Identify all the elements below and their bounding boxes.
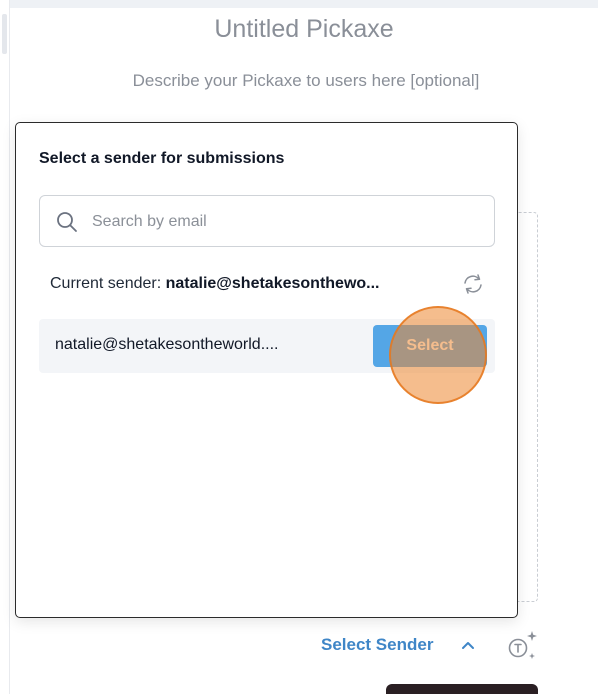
pickaxe-description[interactable]: Describe your Pickaxe to users here [opt… (116, 66, 496, 96)
ai-sparkle-icon[interactable] (506, 630, 540, 662)
left-rail (0, 0, 10, 694)
chevron-up-icon[interactable] (461, 640, 475, 650)
refresh-icon[interactable] (461, 273, 485, 295)
select-button[interactable]: Select (373, 325, 487, 367)
sender-email: natalie@shetakesontheworld.... (55, 336, 279, 353)
submit-button[interactable] (386, 684, 538, 694)
current-sender-email: natalie@shetakesonthewo... (165, 275, 380, 292)
sender-list-item[interactable]: natalie@shetakesontheworld.... Select (39, 319, 495, 373)
search-field[interactable] (39, 195, 495, 247)
dialog-heading: Select a sender for submissions (39, 150, 285, 167)
select-sender-dialog: Select a sender for submissions Current … (15, 122, 518, 618)
search-input[interactable] (92, 209, 482, 235)
top-strip (0, 0, 598, 8)
current-sender: Current sender: natalie@shetakesonthewo.… (50, 275, 450, 293)
select-sender-toggle[interactable]: Select Sender (321, 635, 433, 655)
current-sender-label: Current sender: (50, 275, 166, 292)
pickaxe-title[interactable]: Untitled Pickaxe (0, 15, 598, 44)
search-icon (57, 212, 77, 232)
